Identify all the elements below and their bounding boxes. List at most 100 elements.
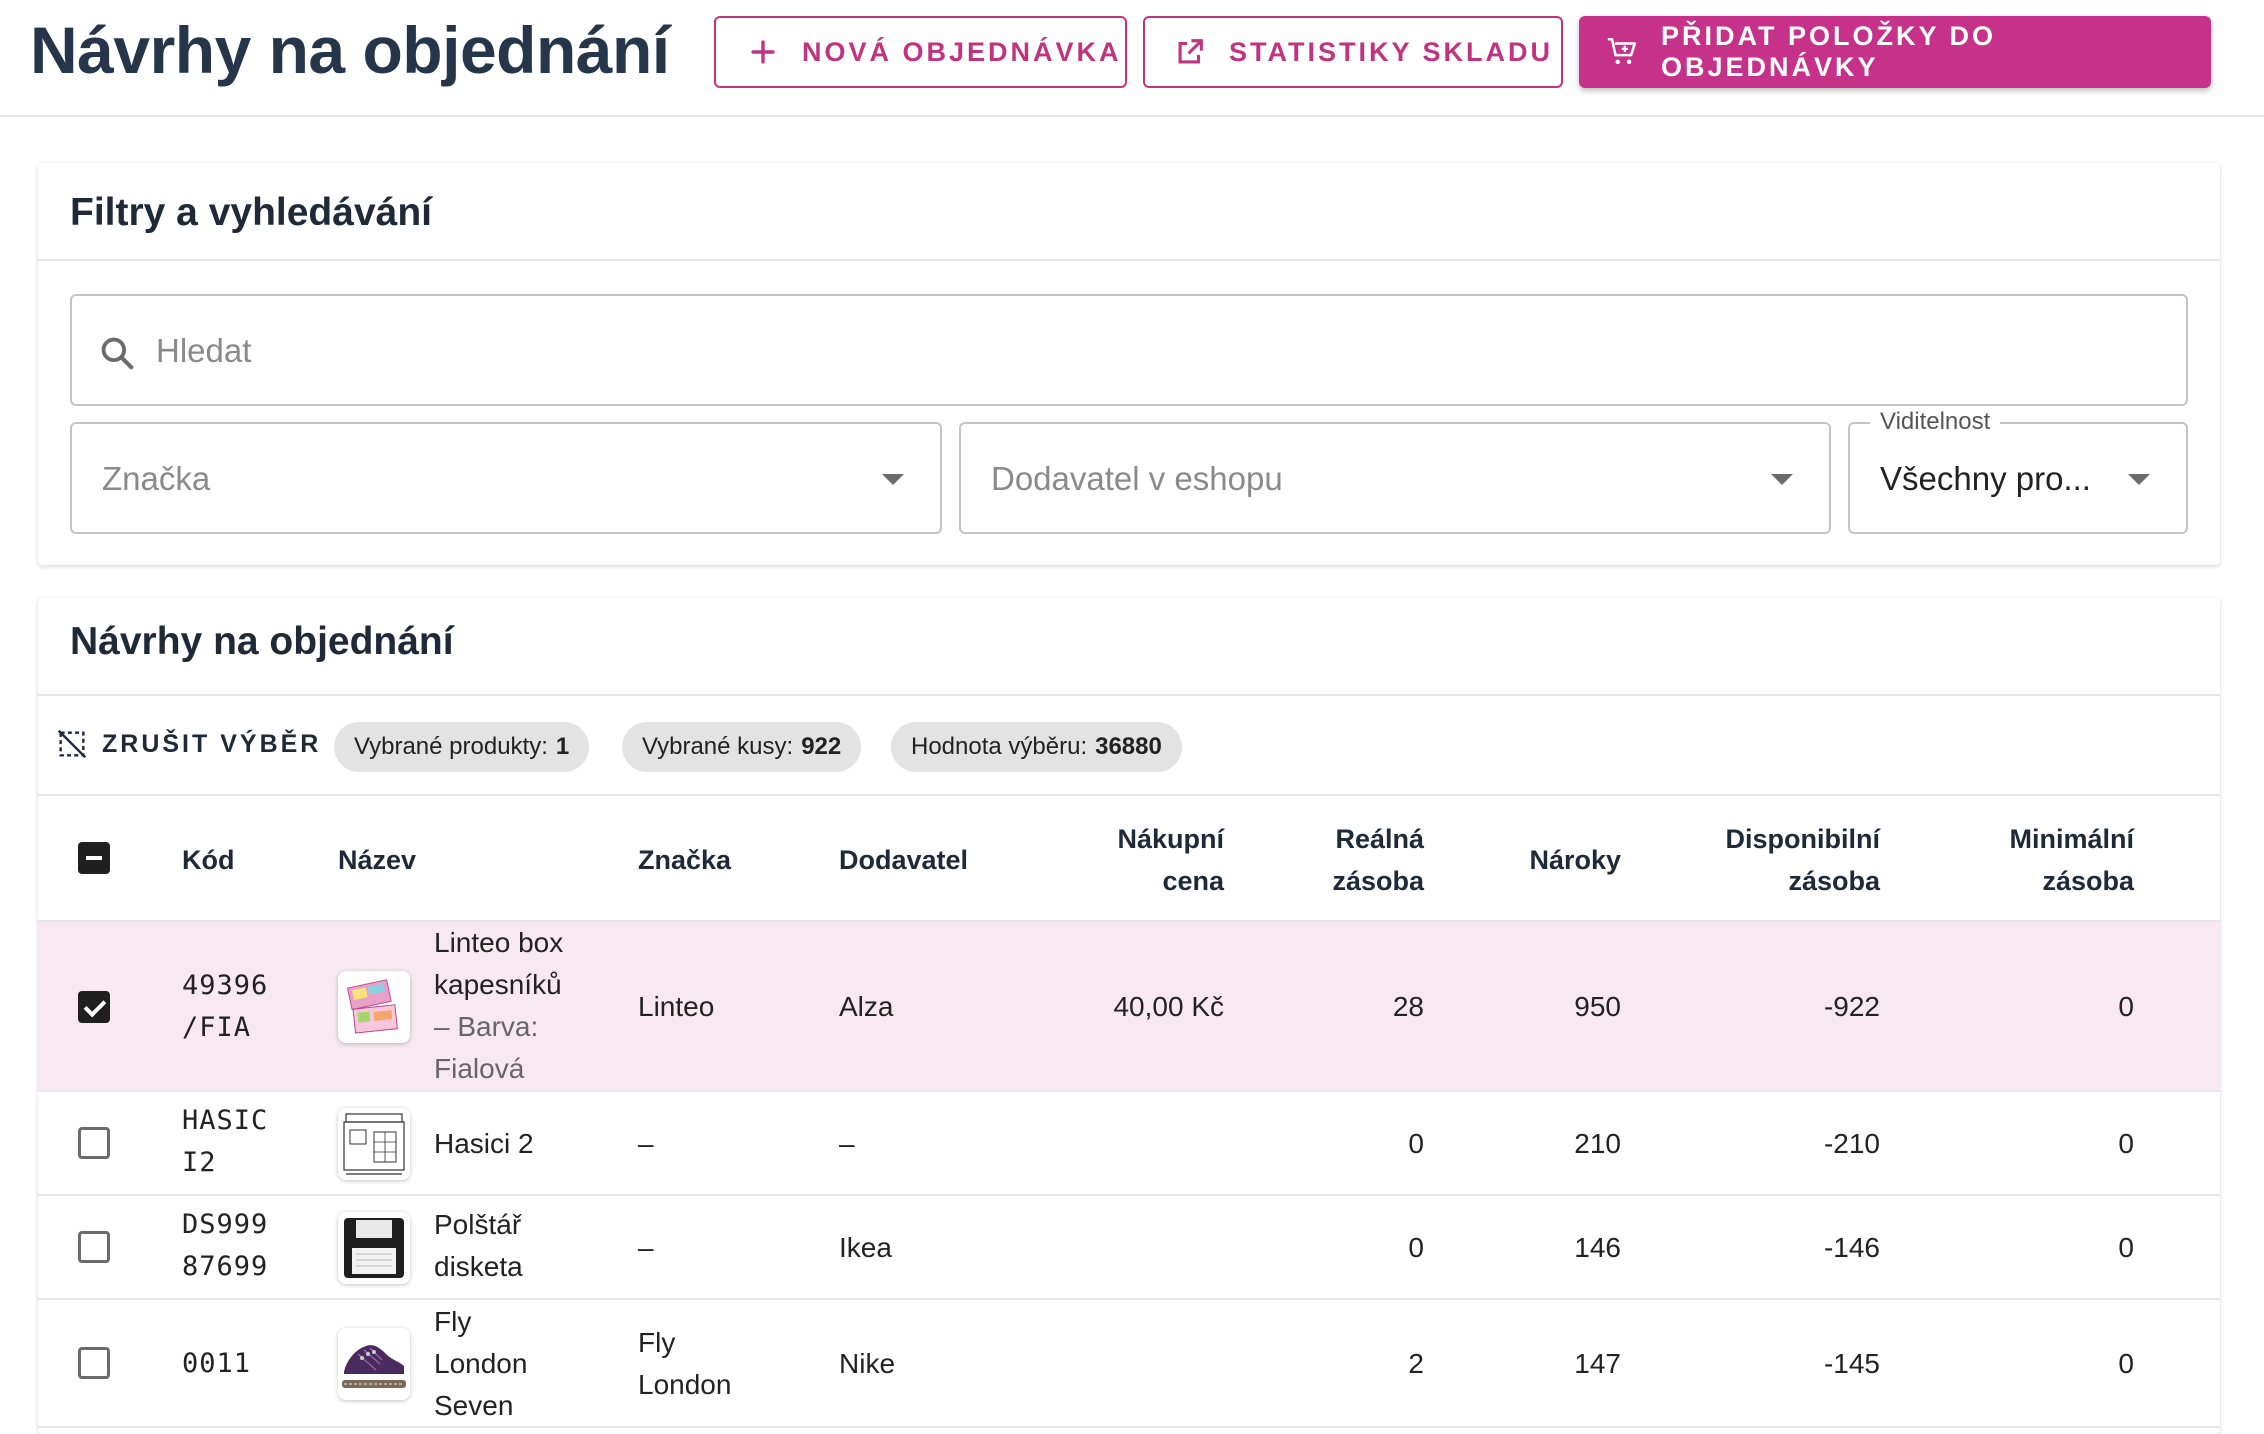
col-label: Disponibilní [1725, 824, 1881, 854]
col-claims[interactable]: Nároky [1438, 839, 1621, 881]
supplier-cell: – [839, 1128, 855, 1159]
dropdown-arrow-icon [1771, 474, 1793, 485]
code-line: DS999 [182, 1209, 269, 1240]
col-label: zásoba [1332, 866, 1424, 896]
col-supplier[interactable]: Dodavatel [839, 839, 968, 881]
price-cell: 40,00 Kč [1113, 991, 1224, 1022]
product-name: Linteo box kapesníků – Barva: Fialová [434, 922, 634, 1090]
product-code: DS999 87699 [182, 1204, 268, 1288]
available-cell: -922 [1823, 991, 1880, 1022]
table-row[interactable]: 0011 Fly London Seven Fly London Nike 2 … [38, 1300, 2220, 1428]
chip-value: 1 [555, 733, 570, 760]
name-line: Seven [434, 1390, 514, 1421]
selection-value-chip: Hodnota výběru: 36880 [891, 722, 1182, 772]
col-label: Nákupní [1117, 824, 1224, 854]
variant-line: – Barva: [434, 1011, 539, 1042]
row-checkbox[interactable] [78, 991, 110, 1023]
available-cell: -210 [1823, 1128, 1880, 1159]
min-stock-cell: 0 [2118, 1348, 2134, 1379]
col-label: zásoba [1788, 866, 1880, 896]
min-stock-cell: 0 [2118, 1128, 2134, 1159]
code-line: 49396 [182, 970, 269, 1001]
supplier-cell: Ikea [839, 1232, 892, 1263]
name-line: Linteo box [434, 927, 564, 958]
row-checkbox[interactable] [78, 1231, 110, 1263]
page-title: Návrhy na objednání [30, 13, 670, 87]
min-stock-cell: 0 [2118, 1232, 2134, 1263]
brand-line: Fly [638, 1327, 676, 1358]
visibility-select[interactable]: Viditelnost Všechny pro... [1848, 408, 2188, 534]
name-line: Fly [434, 1306, 472, 1337]
name-line: Polštář [434, 1209, 522, 1240]
col-min-stock[interactable]: Minimální zásoba [1898, 818, 2134, 902]
brand-cell: Linteo [638, 991, 715, 1022]
selected-pieces-chip: Vybrané kusy: 922 [622, 722, 862, 772]
variant-line: Fialová [434, 1053, 525, 1084]
col-label: cena [1162, 866, 1224, 896]
add-to-order-label: Přidat položky do objednávky [1661, 21, 1997, 82]
col-real-stock[interactable]: Reálná zásoba [1238, 818, 1424, 902]
table-row[interactable]: DS999 87699 Polštář disketa – Ikea 0 146… [38, 1196, 2220, 1300]
name-line: disketa [434, 1251, 523, 1282]
col-code[interactable]: Kód [182, 839, 234, 881]
col-brand[interactable]: Značka [638, 839, 731, 881]
col-name[interactable]: Název [338, 839, 416, 881]
search-placeholder: Hledat [156, 332, 252, 369]
code-line: I2 [182, 1147, 217, 1178]
real-stock-cell: 0 [1408, 1232, 1424, 1263]
claims-cell: 146 [1574, 1232, 1621, 1263]
product-code: HASIC I2 [182, 1100, 268, 1184]
cart-add-icon [1605, 35, 1639, 69]
deselect-icon [56, 728, 88, 760]
row-checkbox[interactable] [78, 1127, 110, 1159]
claims-cell: 147 [1574, 1348, 1621, 1379]
visibility-label: Viditelnost [1870, 408, 2001, 436]
col-available-stock[interactable]: Disponibilní zásoba [1638, 818, 1881, 902]
brand-line: London [638, 1369, 732, 1400]
tissue-box-thumbnail [338, 971, 410, 1043]
clear-selection-label: Zrušit výběr [102, 729, 322, 758]
real-stock-cell: 2 [1408, 1348, 1424, 1379]
product-name: Polštář disketa [434, 1204, 523, 1288]
new-order-button[interactable]: Nová objednávka [714, 16, 1127, 88]
brand-cell: – [638, 1232, 654, 1263]
suggestions-card: Návrhy na objednání Zrušit výběr Vybrané… [38, 598, 2220, 1434]
available-cell: -145 [1823, 1348, 1880, 1379]
code-line: 87699 [182, 1251, 269, 1282]
col-purchase-price[interactable]: Nákupní cena [1038, 818, 1224, 902]
chip-value: 922 [801, 733, 842, 760]
divider [38, 259, 2220, 261]
brand-select[interactable]: Značka [70, 422, 942, 534]
chip-label: Hodnota výběru: [911, 733, 1088, 760]
clear-selection-button[interactable]: Zrušit výběr [56, 728, 321, 760]
row-checkbox[interactable] [78, 1347, 110, 1379]
table-row[interactable]: HASIC I2 Hasici 2 – – 0 210 -210 0 [38, 1092, 2220, 1196]
select-all-checkbox[interactable] [78, 842, 110, 874]
name-line: London [434, 1348, 528, 1379]
filters-card: Filtry a vyhledávání Hledat Značka Dodav… [38, 163, 2220, 565]
new-order-label: Nová objednávka [802, 36, 1122, 67]
suggestions-title: Návrhy na objednání [70, 620, 454, 663]
col-label: zásoba [2042, 866, 2134, 896]
add-to-order-button[interactable]: Přidat položky do objednávky [1579, 16, 2211, 88]
min-stock-cell: 0 [2118, 991, 2134, 1022]
claims-cell: 210 [1574, 1128, 1621, 1159]
stock-stats-label: Statistiky skladu [1229, 36, 1554, 67]
product-name: Hasici 2 [434, 1128, 534, 1159]
stock-stats-button[interactable]: Statistiky skladu [1143, 16, 1563, 88]
brand-cell: – [638, 1128, 654, 1159]
code-line: /FIA [182, 1012, 252, 1043]
real-stock-cell: 28 [1392, 991, 1424, 1022]
name-line: kapesníků [434, 969, 562, 1000]
brand-placeholder: Značka [102, 460, 211, 497]
available-cell: -146 [1823, 1232, 1880, 1263]
plus-icon [746, 35, 780, 69]
col-label: Reálná [1335, 824, 1424, 854]
supplier-cell: Nike [839, 1348, 896, 1379]
table-row[interactable]: 49396 /FIA Linteo box kapesníků – Barva:… [38, 922, 2220, 1092]
product-code: 0011 [182, 1348, 252, 1379]
floppy-pillow-thumbnail [338, 1212, 410, 1284]
supplier-select[interactable]: Dodavatel v eshopu [959, 422, 1831, 534]
search-input[interactable]: Hledat [70, 294, 2188, 406]
search-icon [98, 334, 136, 372]
